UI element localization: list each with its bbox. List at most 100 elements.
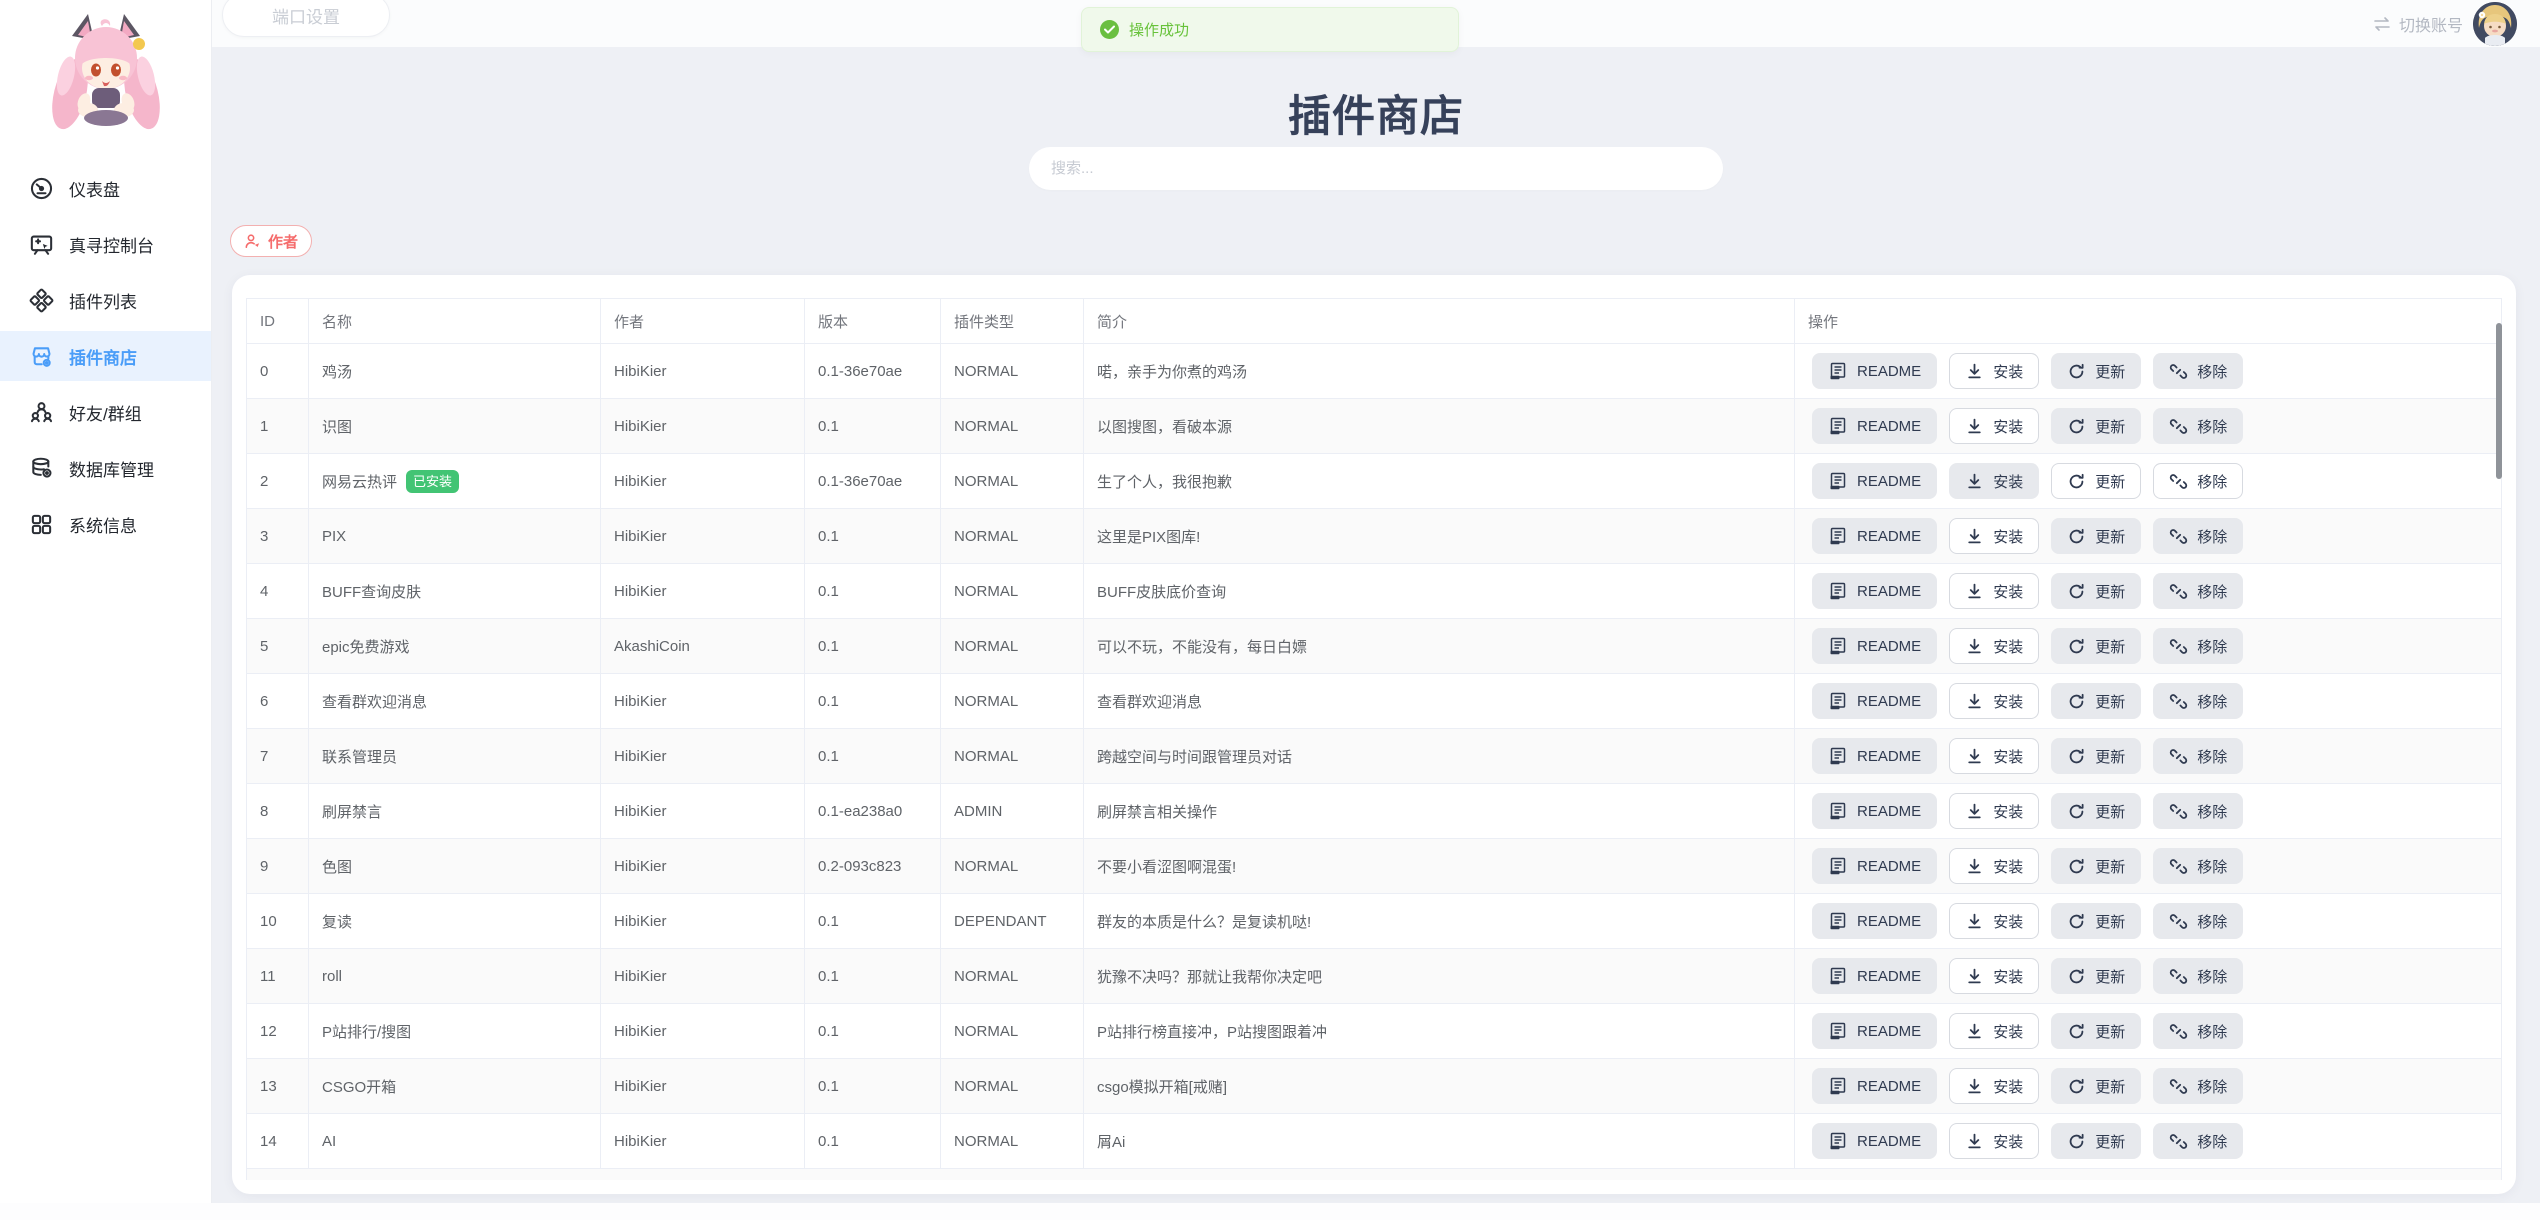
sidebar-item-label: 真寻控制台 — [69, 232, 154, 257]
install-button[interactable]: 安装 — [1949, 1013, 2039, 1049]
readme-button[interactable]: README — [1812, 1013, 1937, 1049]
switch-account-button[interactable]: 切换账号 — [2372, 12, 2463, 36]
horizontal-scrollbar-track[interactable] — [0, 1203, 2540, 1220]
update-button[interactable]: 更新 — [2051, 1013, 2141, 1049]
install-button[interactable]: 安装 — [1949, 463, 2039, 499]
cell-desc: 以图搜图，看破本源 — [1084, 399, 1795, 453]
sidebar-item-database[interactable]: 数据库管理 — [0, 443, 211, 493]
remove-button[interactable]: 移除 — [2153, 958, 2243, 994]
table-row: 12 P站排行/搜图 已安装 HibiKier 0.1 NORMAL P站排行榜… — [247, 1004, 2501, 1059]
sidebar-item-console[interactable]: 真寻控制台 — [0, 219, 211, 269]
readme-button[interactable]: README — [1812, 848, 1937, 884]
cell-version: 0.1 — [805, 729, 941, 783]
install-button[interactable]: 安装 — [1949, 848, 2039, 884]
readme-button[interactable]: README — [1812, 408, 1937, 444]
remove-button[interactable]: 移除 — [2153, 408, 2243, 444]
readme-button[interactable]: README — [1812, 573, 1937, 609]
readme-button[interactable]: README — [1812, 353, 1937, 389]
remove-button[interactable]: 移除 — [2153, 793, 2243, 829]
user-avatar[interactable] — [2473, 2, 2517, 46]
unlink-icon — [2169, 1077, 2188, 1096]
remove-button[interactable]: 移除 — [2153, 738, 2243, 774]
readme-button[interactable]: README — [1812, 628, 1937, 664]
sidebar-item-plugin-store[interactable]: 插件商店 — [0, 331, 211, 381]
remove-button[interactable]: 移除 — [2153, 1013, 2243, 1049]
update-button[interactable]: 更新 — [2051, 848, 2141, 884]
install-button[interactable]: 安装 — [1949, 1123, 2039, 1159]
sidebar-item-system-info[interactable]: 系统信息 — [0, 499, 211, 549]
update-button[interactable]: 更新 — [2051, 903, 2141, 939]
table-body: 0 鸡汤 已安装 HibiKier 0.1-36e70ae NORMAL 喏，亲… — [247, 344, 2501, 1180]
readme-button[interactable]: README — [1812, 518, 1937, 554]
cell-type: NORMAL — [941, 564, 1084, 618]
remove-button[interactable]: 移除 — [2153, 848, 2243, 884]
remove-button[interactable]: 移除 — [2153, 683, 2243, 719]
update-button[interactable]: 更新 — [2051, 683, 2141, 719]
sidebar-item-plugin-list[interactable]: 插件列表 — [0, 275, 211, 325]
readme-button[interactable]: README — [1812, 738, 1937, 774]
cell-author: HibiKier — [601, 564, 805, 618]
update-button[interactable]: 更新 — [2051, 738, 2141, 774]
update-button[interactable]: 更新 — [2051, 1068, 2141, 1104]
install-button[interactable]: 安装 — [1949, 903, 2039, 939]
readme-button[interactable]: README — [1812, 683, 1937, 719]
update-button[interactable]: 更新 — [2051, 628, 2141, 664]
cell-type: NORMAL — [941, 729, 1084, 783]
cell-id: 10 — [247, 894, 309, 948]
sidebar-item-friends-groups[interactable]: 好友/群组 — [0, 387, 211, 437]
unlink-icon — [2169, 912, 2188, 931]
update-button[interactable]: 更新 — [2051, 518, 2141, 554]
install-button[interactable]: 安装 — [1949, 353, 2039, 389]
readme-button[interactable]: README — [1812, 958, 1937, 994]
remove-button[interactable]: 移除 — [2153, 903, 2243, 939]
install-button[interactable]: 安装 — [1949, 738, 2039, 774]
cell-version: 0.1 — [805, 1004, 941, 1058]
cell-type: ADMIN — [941, 784, 1084, 838]
remove-button[interactable]: 移除 — [2153, 518, 2243, 554]
readme-button[interactable]: README — [1812, 793, 1937, 829]
remove-button[interactable]: 移除 — [2153, 628, 2243, 664]
sidebar-item-dashboard[interactable]: 仪表盘 — [0, 163, 211, 213]
update-button[interactable]: 更新 — [2051, 463, 2141, 499]
readme-button[interactable]: README — [1812, 903, 1937, 939]
install-button[interactable]: 安装 — [1949, 793, 2039, 829]
update-button[interactable]: 更新 — [2051, 1123, 2141, 1159]
remove-button[interactable]: 移除 — [2153, 1123, 2243, 1159]
readme-doc-icon — [1828, 636, 1848, 656]
update-button[interactable]: 更新 — [2051, 573, 2141, 609]
install-button[interactable]: 安装 — [1949, 958, 2039, 994]
table-row: 8 刷屏禁言 已安装 HibiKier 0.1-ea238a0 ADMIN 刷屏… — [247, 784, 2501, 839]
cell-actions: README 安装 更新 移除 — [1795, 894, 2501, 948]
install-button[interactable]: 安装 — [1949, 518, 2039, 554]
install-button[interactable]: 安装 — [1949, 628, 2039, 664]
cell-desc: 跨越空间与时间跟管理员对话 — [1084, 729, 1795, 783]
download-icon — [1965, 472, 1984, 491]
install-button[interactable]: 安装 — [1949, 683, 2039, 719]
install-button[interactable]: 安装 — [1949, 408, 2039, 444]
port-settings-button[interactable]: 端口设置 — [222, 0, 390, 37]
author-filter-button[interactable]: 作者 — [230, 225, 312, 257]
remove-button[interactable]: 移除 — [2153, 1068, 2243, 1104]
install-button[interactable]: 安装 — [1949, 573, 2039, 609]
table-header: ID 名称 作者 版本 插件类型 简介 操作 — [247, 299, 2501, 344]
remove-button[interactable]: 移除 — [2153, 353, 2243, 389]
update-button[interactable]: 更新 — [2051, 793, 2141, 829]
readme-button[interactable]: README — [1812, 1068, 1937, 1104]
update-button[interactable]: 更新 — [2051, 958, 2141, 994]
success-toast: 操作成功 — [1081, 7, 1459, 52]
readme-button[interactable]: README — [1812, 1123, 1937, 1159]
cell-id: 14 — [247, 1114, 309, 1168]
table-row: 13 CSGO开箱 已安装 HibiKier 0.1 NORMAL csgo模拟… — [247, 1059, 2501, 1114]
remove-button[interactable]: 移除 — [2153, 573, 2243, 609]
readme-button[interactable]: README — [1812, 463, 1937, 499]
search-input[interactable] — [1029, 147, 1723, 190]
remove-button[interactable]: 移除 — [2153, 463, 2243, 499]
cell-name: 查看群欢迎消息 已安装 — [309, 674, 601, 728]
install-button[interactable]: 安装 — [1949, 1068, 2039, 1104]
vertical-scrollbar-thumb[interactable] — [2496, 323, 2502, 479]
cell-id: 2 — [247, 454, 309, 508]
table-row: 14 AI 已安装 HibiKier 0.1 NORMAL 屑Ai README — [247, 1114, 2501, 1169]
update-button[interactable]: 更新 — [2051, 353, 2141, 389]
cell-author: HibiKier — [601, 894, 805, 948]
update-button[interactable]: 更新 — [2051, 408, 2141, 444]
